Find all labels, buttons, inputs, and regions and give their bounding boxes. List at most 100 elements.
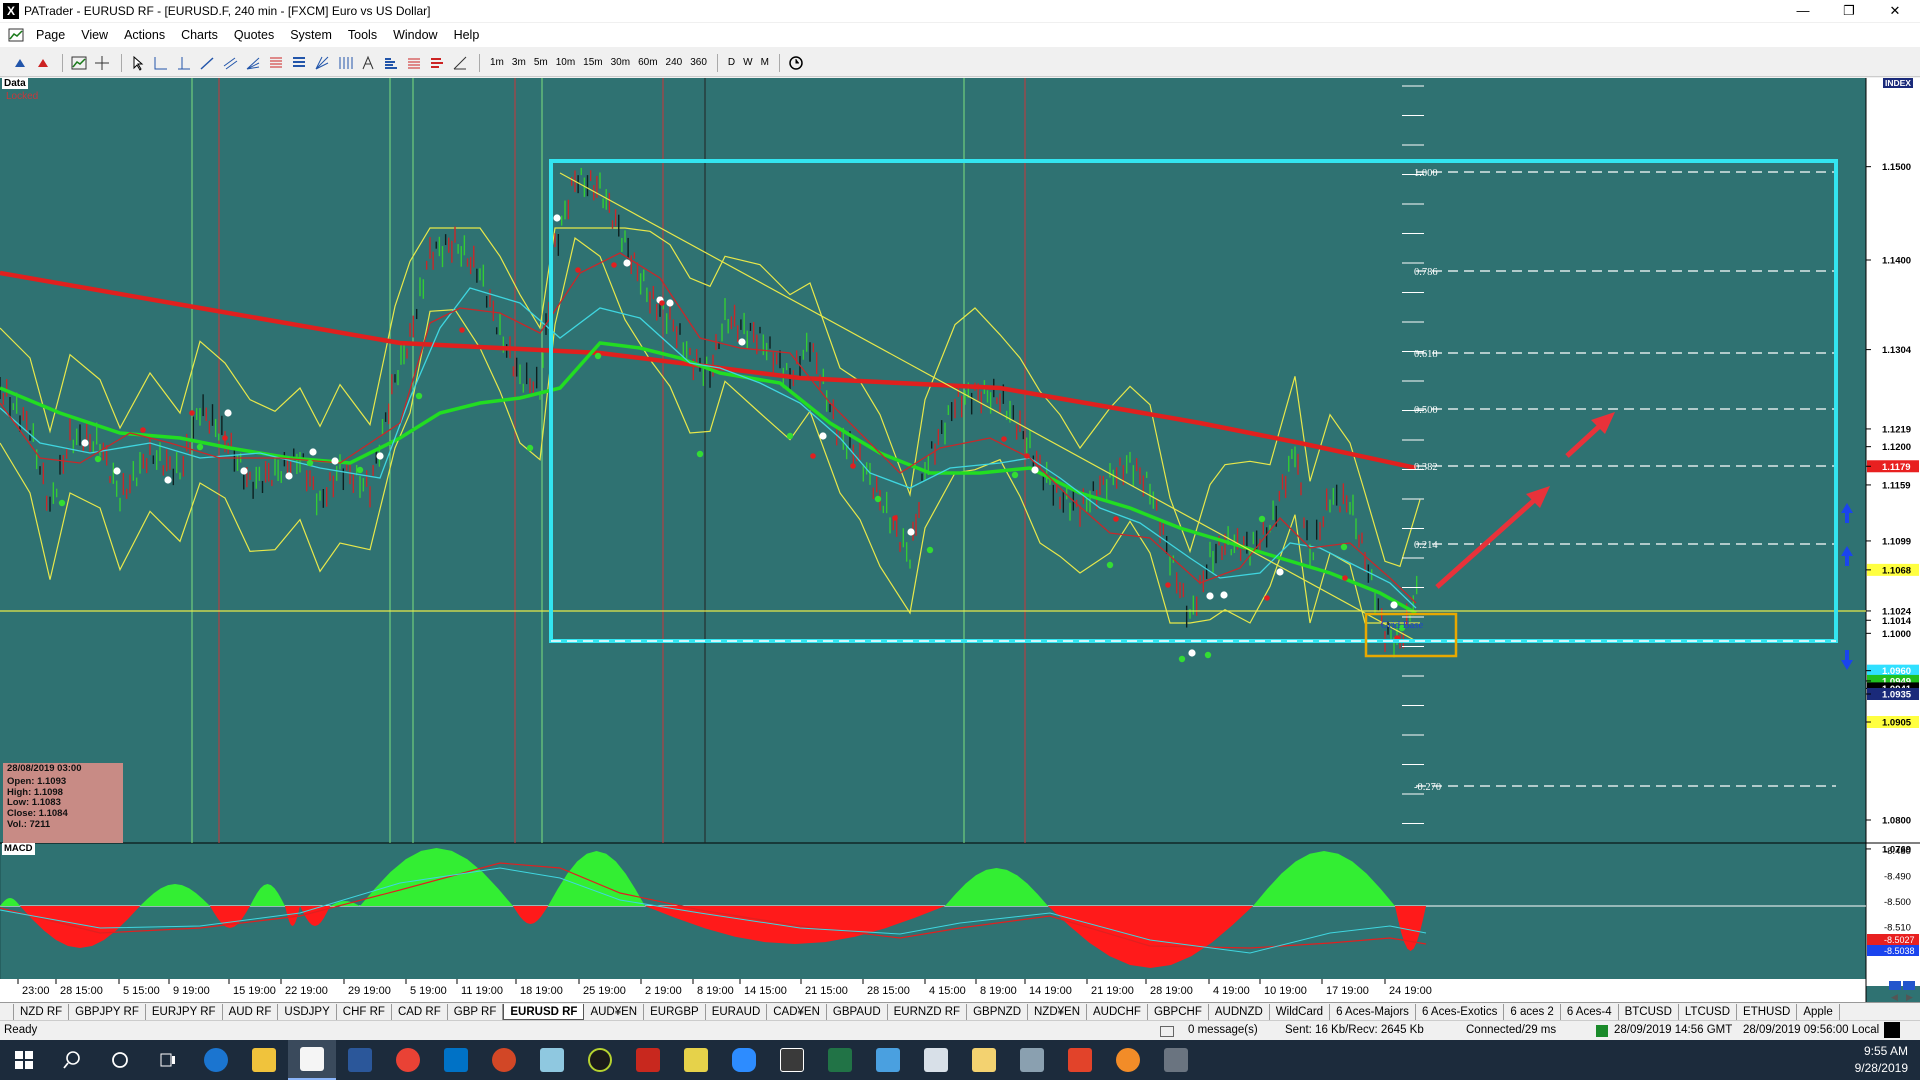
timeframe-10m[interactable]: 10m <box>552 57 579 68</box>
tab-eurusd-rf[interactable]: EURUSD RF <box>503 1003 585 1020</box>
clock-icon[interactable] <box>786 53 806 73</box>
tab-euraud[interactable]: EURAUD <box>706 1003 768 1020</box>
new-chart-icon[interactable] <box>69 53 89 73</box>
close-button[interactable]: ✕ <box>1872 0 1918 22</box>
tab-wildcard[interactable]: WildCard <box>1270 1003 1331 1020</box>
horizontal-line-icon[interactable] <box>151 53 171 73</box>
connect-icon[interactable] <box>10 53 30 73</box>
start-button[interactable] <box>0 1040 48 1080</box>
menu-actions[interactable]: Actions <box>116 23 173 47</box>
task-view-icon[interactable] <box>144 1040 192 1080</box>
tab-audnzd[interactable]: AUDNZD <box>1209 1003 1270 1020</box>
system-tray-clock[interactable]: 9:55 AM 9/28/2019 <box>1855 1043 1908 1077</box>
menu-page[interactable]: Page <box>28 23 73 47</box>
ui-icon[interactable] <box>1104 1040 1152 1080</box>
timeframe-60m[interactable]: 60m <box>634 57 661 68</box>
snagit-icon[interactable] <box>1056 1040 1104 1080</box>
fan-icon[interactable] <box>243 53 263 73</box>
cycle-lines-icon[interactable] <box>335 53 355 73</box>
tab-gbpjpy-rf[interactable]: GBPJPY RF <box>69 1003 146 1020</box>
menu-window[interactable]: Window <box>385 23 445 47</box>
chart-area[interactable]: Grid Base 1.000 0.786 0.618 0.500 0.382 0.214… <box>0 78 1920 1002</box>
tab-audchf[interactable]: AUDCHF <box>1087 1003 1148 1020</box>
tab-gbpnzd[interactable]: GBPNZD <box>967 1003 1028 1020</box>
tab-apple[interactable]: Apple <box>1797 1003 1840 1020</box>
menu-charts[interactable]: Charts <box>173 23 226 47</box>
timeframe-3m[interactable]: 3m <box>508 57 530 68</box>
tab-gbpaud[interactable]: GBPAUD <box>827 1003 888 1020</box>
menu-system[interactable]: System <box>282 23 340 47</box>
timeframe-15m[interactable]: 15m <box>579 57 606 68</box>
page-chart-icon[interactable] <box>8 28 24 42</box>
restore-button[interactable]: ❐ <box>1826 0 1872 22</box>
tab-scroll-left[interactable] <box>0 1003 14 1020</box>
tab-eurjpy-rf[interactable]: EURJPY RF <box>146 1003 223 1020</box>
fib-retracement-icon[interactable] <box>266 53 286 73</box>
zoom-icon[interactable] <box>720 1040 768 1080</box>
tab-gbp-rf[interactable]: GBP RF <box>448 1003 504 1020</box>
tab-eurgbp[interactable]: EURGBP <box>644 1003 706 1020</box>
tab-6-aces-2[interactable]: 6 aces 2 <box>1504 1003 1561 1020</box>
tab-cad-rf[interactable]: CAD RF <box>392 1003 448 1020</box>
fib-levels-icon[interactable] <box>289 53 309 73</box>
tab-usdjpy[interactable]: USDJPY <box>278 1003 337 1020</box>
app-grey-icon[interactable] <box>1152 1040 1200 1080</box>
app-red-icon[interactable] <box>624 1040 672 1080</box>
tools-icon[interactable] <box>1008 1040 1056 1080</box>
tab-btcusd[interactable]: BTCUSD <box>1619 1003 1679 1020</box>
disconnect-icon[interactable] <box>33 53 53 73</box>
panel-icon[interactable] <box>1903 981 1915 990</box>
menu-help[interactable]: Help <box>446 23 488 47</box>
tab-gbpchf[interactable]: GBPCHF <box>1148 1003 1209 1020</box>
ninjatrader-icon[interactable] <box>576 1040 624 1080</box>
gann-icon[interactable] <box>312 53 332 73</box>
tab-nzd-rf[interactable]: NZD RF <box>14 1003 70 1020</box>
fxcm-icon[interactable] <box>912 1040 960 1080</box>
tab-6-aces-exotics[interactable]: 6 Aces-Exotics <box>1416 1003 1505 1020</box>
message-icon[interactable] <box>1160 1026 1174 1037</box>
trendline-icon[interactable] <box>197 53 217 73</box>
speed-lines-icon[interactable] <box>404 53 424 73</box>
outlook-icon[interactable] <box>432 1040 480 1080</box>
timeframe-240[interactable]: 240 <box>662 57 687 68</box>
tab-chf-rf[interactable]: CHF RF <box>337 1003 392 1020</box>
timeframe-360[interactable]: 360 <box>686 57 711 68</box>
timeframe-30m[interactable]: 30m <box>607 57 634 68</box>
sticky-app-icon[interactable] <box>672 1040 720 1080</box>
powerpoint-icon[interactable] <box>480 1040 528 1080</box>
file-icon[interactable] <box>960 1040 1008 1080</box>
vertical-line-icon[interactable] <box>174 53 194 73</box>
pitchfork-icon[interactable] <box>358 53 378 73</box>
pointer-icon[interactable] <box>128 53 148 73</box>
calculator-icon[interactable] <box>768 1040 816 1080</box>
edge-icon[interactable] <box>192 1040 240 1080</box>
tab-6-aces-4[interactable]: 6 Aces-4 <box>1561 1003 1619 1020</box>
notes-icon[interactable] <box>528 1040 576 1080</box>
panel-icon[interactable] <box>1889 981 1901 990</box>
crosshair-icon[interactable] <box>92 53 112 73</box>
draw-icon[interactable] <box>450 53 470 73</box>
timeframe-weekly[interactable]: W <box>739 57 756 68</box>
minimize-button[interactable]: — <box>1780 0 1826 22</box>
remote-desktop-icon[interactable] <box>864 1040 912 1080</box>
tab-ethusd[interactable]: ETHUSD <box>1737 1003 1798 1020</box>
time-zones-icon[interactable] <box>427 53 447 73</box>
price-chart[interactable]: Grid Base 1.0000.7860.6180.5000.3820.214… <box>0 78 1920 1002</box>
menu-quotes[interactable]: Quotes <box>226 23 282 47</box>
search-icon[interactable] <box>48 1040 96 1080</box>
file-explorer-icon[interactable] <box>240 1040 288 1080</box>
tab-nzd-en[interactable]: NZD¥EN <box>1028 1003 1088 1020</box>
timeframe-monthly[interactable]: M <box>757 57 773 68</box>
channel-icon[interactable] <box>220 53 240 73</box>
tab-eurnzd-rf[interactable]: EURNZD RF <box>888 1003 968 1020</box>
timeframe-1m[interactable]: 1m <box>486 57 508 68</box>
chrome-icon[interactable] <box>384 1040 432 1080</box>
tab-cad-en[interactable]: CAD¥EN <box>767 1003 827 1020</box>
timeframe-daily[interactable]: D <box>724 57 739 68</box>
patrader-taskbar-icon[interactable] <box>288 1040 336 1080</box>
menu-tools[interactable]: Tools <box>340 23 385 47</box>
timeframe-5m[interactable]: 5m <box>530 57 552 68</box>
cortana-icon[interactable] <box>96 1040 144 1080</box>
bars-icon[interactable] <box>381 53 401 73</box>
tab-aud-en[interactable]: AUD¥EN <box>584 1003 645 1020</box>
